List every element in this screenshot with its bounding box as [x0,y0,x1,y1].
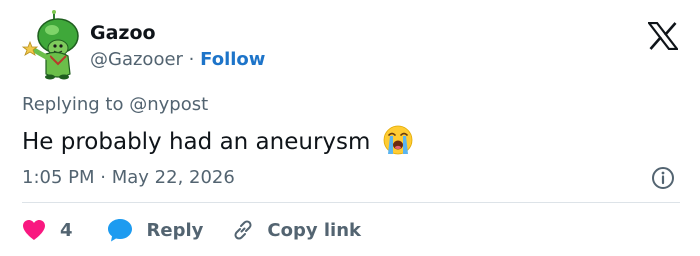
gazoo-avatar-image [21,10,79,80]
like-count: 4 [60,219,73,241]
action-bar: 4 Reply Copy link [22,214,361,246]
reply-label: Reply [146,219,204,241]
link-icon [234,220,252,240]
x-logo-icon[interactable] [646,21,680,51]
tweet-card: Gazoo @Gazooer · Follow Replying to @nyp… [0,0,700,256]
loudly-crying-face-icon [382,124,414,156]
like-button[interactable]: 4 [22,219,73,241]
replying-to-mention[interactable]: @nypost [129,94,208,115]
replying-to-line: Replying to @nypost [22,94,208,115]
replying-prefix: Replying to [22,94,130,115]
author-handle[interactable]: @Gazooer [90,49,183,70]
tweet-date: May 22, 2026 [111,167,235,188]
copy-link-button[interactable]: Copy link [231,218,361,242]
tweet-timestamp[interactable]: 1:05 PM · May 22, 2026 [22,167,235,188]
reply-button[interactable]: Reply [107,218,204,242]
tweet-text-body: He probably had an aneurysm [22,129,371,155]
avatar[interactable] [20,10,80,84]
reply-bubble-icon [107,219,132,242]
follow-button[interactable]: Follow [200,49,265,70]
copy-link-label: Copy link [267,219,361,241]
author-handle-row: @Gazooer · Follow [90,49,265,70]
handle-separator: · [188,49,195,70]
tweet-time: 1:05 PM [22,167,95,188]
divider [22,202,680,203]
timestamp-separator: · [100,167,106,188]
author-display-name[interactable]: Gazoo [90,22,156,44]
tweet-text: He probably had an aneurysm [22,124,414,156]
info-icon[interactable] [651,166,675,190]
heart-icon [23,220,45,240]
